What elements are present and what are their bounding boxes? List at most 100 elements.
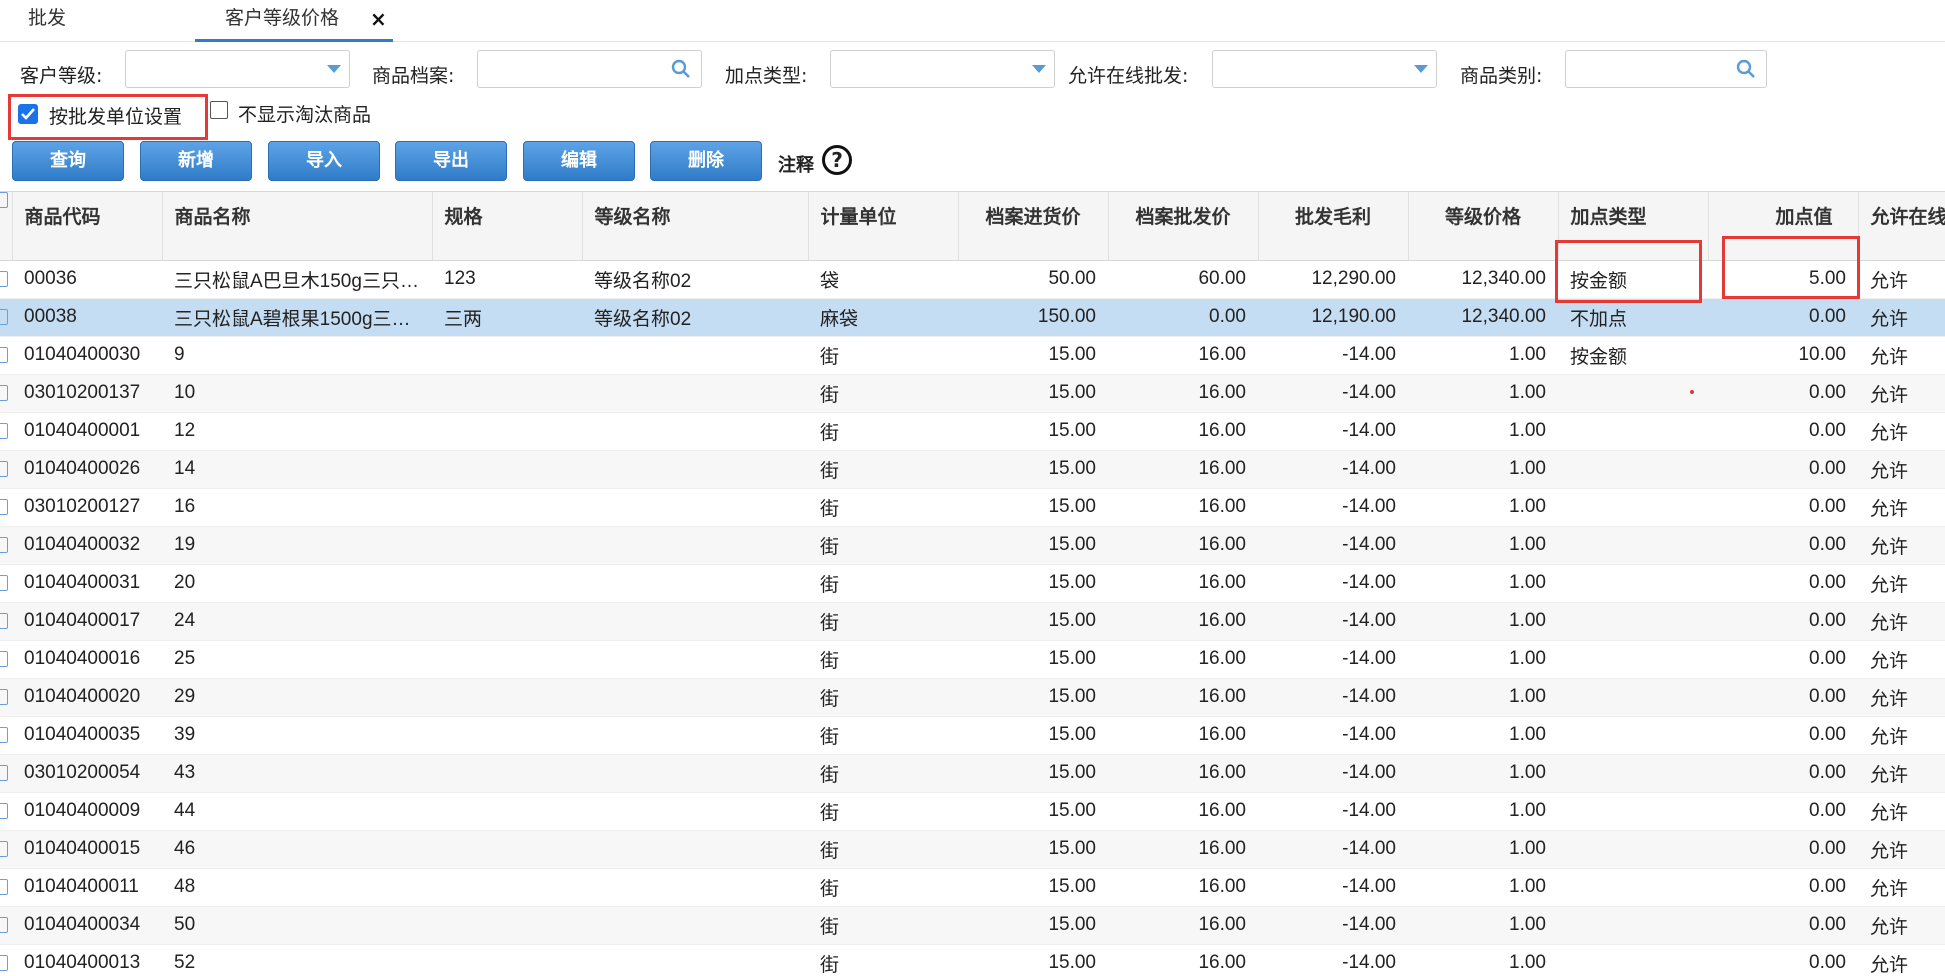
header-wholesale-price[interactable]: 档案批发价 bbox=[1108, 192, 1259, 261]
tab-wholesale[interactable]: 批发 bbox=[28, 0, 66, 42]
table-cell: -14.00 bbox=[1258, 374, 1408, 413]
table-row[interactable]: 01040400030 9 街 15.00 16.00 -14.00 1.00 按金额 10.0… bbox=[0, 336, 1945, 375]
table-cell: 01040400016 bbox=[12, 640, 162, 679]
add-button[interactable]: 新增 bbox=[140, 141, 252, 181]
allow-online-input[interactable] bbox=[1213, 51, 1436, 87]
table-cell: 15.00 bbox=[958, 488, 1108, 527]
table-cell: 01040400017 bbox=[12, 602, 162, 641]
row-select-checkbox[interactable] bbox=[0, 564, 12, 603]
table-row[interactable]: 01040400020 29 街 15.00 16.00 -14.00 1.00 0.00 允许 bbox=[0, 678, 1945, 717]
customer-level-select[interactable] bbox=[125, 50, 350, 88]
table-row[interactable]: 01040400016 25 街 15.00 16.00 -14.00 1.00 0.00 允许 bbox=[0, 640, 1945, 679]
table-cell: 允许 bbox=[1858, 564, 1945, 603]
import-button[interactable]: 导入 bbox=[268, 141, 380, 181]
by-unit-label[interactable]: 按批发单位设置 bbox=[49, 102, 182, 129]
table-cell bbox=[582, 412, 808, 451]
export-button[interactable]: 导出 bbox=[395, 141, 507, 181]
row-select-checkbox[interactable] bbox=[0, 868, 12, 907]
header-level-price[interactable]: 等级价格 bbox=[1408, 192, 1559, 261]
table-cell: 01040400026 bbox=[12, 450, 162, 489]
header-level-name[interactable]: 等级名称 bbox=[582, 192, 809, 261]
row-select-checkbox[interactable] bbox=[0, 640, 12, 679]
table-cell: 不加点 bbox=[1558, 298, 1708, 337]
table-cell: 15.00 bbox=[958, 336, 1108, 375]
table-cell bbox=[1558, 526, 1708, 565]
tab-customer-level-price[interactable]: 客户等级价格 bbox=[195, 0, 393, 42]
table-cell: 袋 bbox=[808, 260, 958, 299]
row-select-checkbox[interactable] bbox=[0, 412, 12, 451]
table-row[interactable]: 01040400009 44 街 15.00 16.00 -14.00 1.00 0.00 允许 bbox=[0, 792, 1945, 831]
table-row[interactable]: 01040400035 39 街 15.00 16.00 -14.00 1.00 0.00 允许 bbox=[0, 716, 1945, 755]
table-row[interactable]: 01040400011 48 街 15.00 16.00 -14.00 1.00 0.00 允许 bbox=[0, 868, 1945, 907]
row-select-checkbox[interactable] bbox=[0, 792, 12, 831]
table-cell: 0.00 bbox=[1708, 868, 1858, 907]
table-cell: -14.00 bbox=[1258, 716, 1408, 755]
product-file-input[interactable] bbox=[478, 51, 701, 87]
row-select-checkbox[interactable] bbox=[0, 716, 12, 755]
header-markup-type[interactable]: 加点类型 bbox=[1558, 192, 1709, 261]
row-select-checkbox[interactable] bbox=[0, 336, 12, 375]
product-file-field[interactable] bbox=[477, 50, 702, 88]
row-select-checkbox[interactable] bbox=[0, 260, 12, 299]
markup-type-label: 加点类型: bbox=[725, 65, 808, 87]
hide-obsolete-checkbox[interactable] bbox=[210, 101, 228, 119]
table-cell: 街 bbox=[808, 754, 958, 793]
row-select-checkbox[interactable] bbox=[0, 526, 12, 565]
markup-type-select[interactable] bbox=[830, 50, 1055, 88]
header-cost-price[interactable]: 档案进货价 bbox=[958, 192, 1109, 261]
table-cell: -14.00 bbox=[1258, 488, 1408, 527]
close-icon[interactable]: × bbox=[370, 0, 387, 38]
table-cell: 12 bbox=[162, 412, 432, 451]
table-row[interactable]: 03010200137 10 街 15.00 16.00 -14.00 1.00 0.00 允许 bbox=[0, 374, 1945, 413]
header-product-name[interactable]: 商品名称 bbox=[162, 192, 433, 261]
table-cell: 街 bbox=[808, 526, 958, 565]
chevron-down-icon[interactable] bbox=[1414, 65, 1428, 73]
table-row[interactable]: 03010200127 16 街 15.00 16.00 -14.00 1.00 0.00 允许 bbox=[0, 488, 1945, 527]
header-allow-online[interactable]: 允许在线 bbox=[1858, 192, 1945, 261]
table-cell: 允许 bbox=[1858, 526, 1945, 565]
hide-obsolete-label[interactable]: 不显示淘汰商品 bbox=[238, 100, 371, 127]
markup-type-input[interactable] bbox=[831, 51, 1054, 87]
table-row[interactable]: 01040400015 46 街 15.00 16.00 -14.00 1.00 0.00 允许 bbox=[0, 830, 1945, 869]
table-cell bbox=[432, 450, 582, 489]
customer-level-input[interactable] bbox=[126, 51, 349, 87]
row-select-checkbox[interactable] bbox=[0, 678, 12, 717]
row-select-checkbox[interactable] bbox=[0, 754, 12, 793]
help-icon[interactable]: ? bbox=[822, 145, 852, 175]
row-select-checkbox[interactable] bbox=[0, 450, 12, 489]
search-icon[interactable] bbox=[1736, 59, 1756, 79]
row-select-checkbox[interactable] bbox=[0, 830, 12, 869]
header-unit[interactable]: 计量单位 bbox=[808, 192, 959, 261]
header-spec[interactable]: 规格 bbox=[432, 192, 583, 261]
delete-button[interactable]: 删除 bbox=[650, 141, 762, 181]
table-row[interactable]: 01040400026 14 街 15.00 16.00 -14.00 1.00 0.00 允许 bbox=[0, 450, 1945, 489]
row-select-checkbox[interactable] bbox=[0, 906, 12, 945]
row-select-checkbox[interactable] bbox=[0, 374, 12, 413]
category-field[interactable] bbox=[1565, 50, 1767, 88]
table-cell: 等级名称02 bbox=[582, 260, 808, 299]
chevron-down-icon[interactable] bbox=[1032, 65, 1046, 73]
edit-button[interactable]: 编辑 bbox=[523, 141, 635, 181]
chevron-down-icon[interactable] bbox=[327, 65, 341, 73]
table-row[interactable]: 01040400031 20 街 15.00 16.00 -14.00 1.00 0.00 允许 bbox=[0, 564, 1945, 603]
table-row[interactable]: 00036 三只松鼠A巴旦木150g三只松鼠 123 等级名称02 袋 50.00 60.0… bbox=[0, 260, 1945, 299]
header-product-code[interactable]: 商品代码 bbox=[12, 192, 163, 261]
row-select-checkbox[interactable] bbox=[0, 944, 12, 976]
header-select-cell[interactable] bbox=[0, 192, 13, 261]
row-select-checkbox[interactable] bbox=[0, 298, 12, 337]
row-select-checkbox[interactable] bbox=[0, 602, 12, 641]
header-markup-value[interactable]: 加点值 bbox=[1708, 192, 1859, 261]
by-unit-checkbox[interactable] bbox=[18, 104, 38, 124]
query-button[interactable]: 查询 bbox=[12, 141, 124, 181]
table-row[interactable]: 01040400034 50 街 15.00 16.00 -14.00 1.00 0.00 允许 bbox=[0, 906, 1945, 945]
header-gross-margin[interactable]: 批发毛利 bbox=[1258, 192, 1409, 261]
search-icon[interactable] bbox=[671, 59, 691, 79]
table-row[interactable]: 01040400013 52 街 15.00 16.00 -14.00 1.00 0.00 允许 bbox=[0, 944, 1945, 976]
row-select-checkbox[interactable] bbox=[0, 488, 12, 527]
allow-online-select[interactable] bbox=[1212, 50, 1437, 88]
table-row[interactable]: 01040400001 12 街 15.00 16.00 -14.00 1.00 0.00 允许 bbox=[0, 412, 1945, 451]
table-row[interactable]: 00038 三只松鼠A碧根果1500g三只松鼠 三两 等级名称02 麻袋 150.00 0.… bbox=[0, 298, 1945, 337]
table-row[interactable]: 03010200054 43 街 15.00 16.00 -14.00 1.00 0.00 允许 bbox=[0, 754, 1945, 793]
table-row[interactable]: 01040400032 19 街 15.00 16.00 -14.00 1.00 0.00 允许 bbox=[0, 526, 1945, 565]
table-row[interactable]: 01040400017 24 街 15.00 16.00 -14.00 1.00 0.00 允许 bbox=[0, 602, 1945, 641]
